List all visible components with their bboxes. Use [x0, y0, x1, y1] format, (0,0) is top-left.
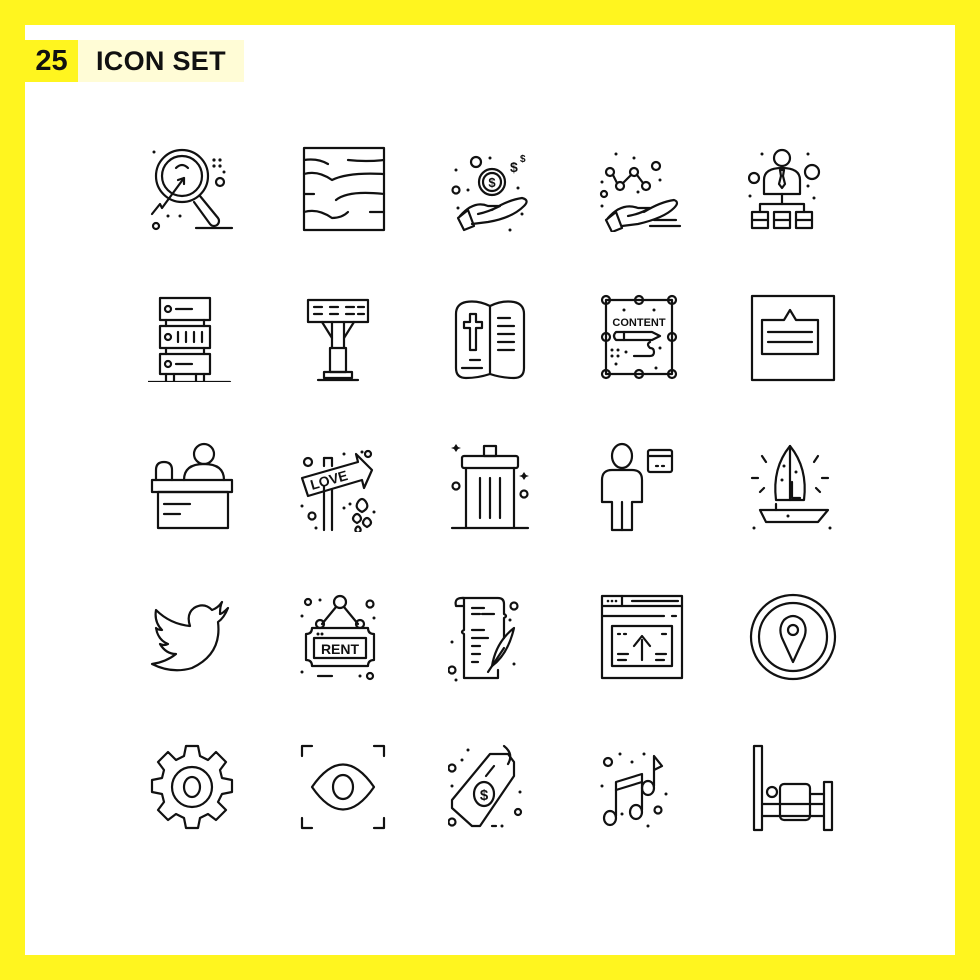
organization-hierarchy-icon	[748, 142, 838, 232]
icon-cell[interactable]	[565, 715, 715, 865]
icon-cell[interactable]	[565, 565, 715, 715]
icon-cell[interactable]: CONTENT	[565, 265, 715, 415]
icon-cell[interactable]	[715, 115, 865, 265]
icon-count-badge: 25	[25, 40, 78, 82]
love-signpost-icon: LOVE	[300, 442, 376, 532]
content-design-icon: CONTENT	[598, 292, 688, 382]
search-analytics-icon	[148, 142, 238, 232]
icon-cell[interactable]	[715, 715, 865, 865]
server-rack-icon	[148, 292, 238, 382]
icon-cell[interactable]: $	[415, 715, 565, 865]
rent-sign-icon: RENT	[300, 592, 376, 682]
hand-graph-icon	[598, 152, 688, 232]
music-notes-icon	[600, 752, 668, 828]
icon-cell[interactable]	[115, 115, 265, 265]
icon-cell[interactable]	[715, 565, 865, 715]
icon-grid: $ $ $ CONTENT LOVE RENT $	[115, 115, 865, 865]
svg-text:$: $	[488, 175, 496, 190]
water-texture-icon	[298, 142, 388, 232]
price-tag-icon: $	[448, 742, 538, 828]
icon-cell[interactable]	[115, 265, 265, 415]
icon-cell[interactable]	[715, 415, 865, 565]
icon-cell[interactable]: $ $ $	[415, 115, 565, 265]
trash-bin-icon	[448, 444, 538, 532]
gear-icon	[148, 742, 238, 832]
page-title: ICON SET	[78, 40, 244, 82]
location-pin-icon	[748, 592, 838, 682]
icon-cell[interactable]: LOVE	[265, 415, 415, 565]
dollar-label: $	[480, 787, 489, 804]
icon-cell[interactable]	[265, 265, 415, 415]
icon-cell[interactable]	[115, 565, 265, 715]
icon-cell[interactable]	[565, 115, 715, 265]
icon-cell[interactable]	[565, 415, 715, 565]
svg-text:$: $	[510, 159, 518, 175]
billboard-sign-icon	[298, 292, 388, 382]
icon-cell[interactable]	[115, 715, 265, 865]
eye-scan-icon	[298, 742, 388, 832]
content-label: CONTENT	[612, 317, 665, 329]
browser-upload-icon	[598, 592, 688, 682]
icon-cell[interactable]	[115, 415, 265, 565]
icon-cell[interactable]	[415, 565, 565, 715]
icon-cell[interactable]	[265, 715, 415, 865]
reception-desk-icon	[148, 442, 238, 532]
bible-book-icon	[448, 292, 538, 382]
twitter-bird-icon	[148, 592, 238, 682]
notification-card-icon	[748, 292, 838, 382]
icon-cell[interactable]	[715, 265, 865, 415]
scroll-quill-icon	[448, 592, 538, 682]
hand-money-icon: $ $ $	[448, 154, 538, 232]
rent-label: RENT	[321, 641, 360, 657]
icon-cell[interactable]	[265, 115, 415, 265]
svg-text:$: $	[520, 154, 526, 165]
user-card-icon	[598, 442, 688, 532]
icon-cell[interactable]	[415, 415, 565, 565]
icon-cell[interactable]	[415, 265, 565, 415]
boat-sail-icon	[748, 442, 832, 530]
bed-icon	[748, 742, 838, 832]
icon-cell[interactable]: RENT	[265, 565, 415, 715]
